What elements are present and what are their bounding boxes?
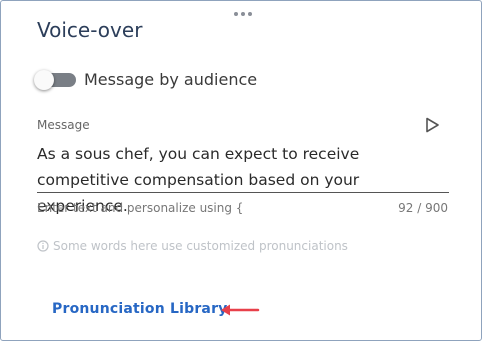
pronunciation-library-link[interactable]: Pronunciation Library (52, 301, 228, 317)
arrow-left-icon (221, 304, 260, 316)
info-text: Some words here use customized pronuncia… (53, 239, 348, 253)
info-icon (37, 240, 49, 252)
voice-over-panel: Voice-over Message by audience Message A… (0, 0, 482, 341)
message-underline (37, 192, 449, 193)
toggle-knob (34, 70, 54, 90)
pronunciation-info: Some words here use customized pronuncia… (37, 239, 348, 253)
message-by-audience-toggle[interactable] (34, 70, 78, 90)
message-field-label: Message (37, 118, 90, 132)
character-counter: 92 / 900 (398, 201, 448, 215)
toggle-label: Message by audience (84, 70, 258, 89)
panel-title: Voice-over (37, 18, 143, 42)
message-hint: Enter text and personalize using { (37, 201, 244, 215)
play-icon[interactable] (423, 116, 441, 134)
drag-handle-icon[interactable] (234, 11, 252, 17)
